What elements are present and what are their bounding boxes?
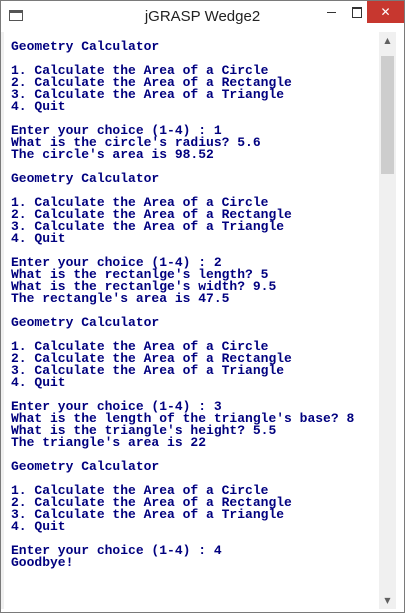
maximize-button[interactable]	[346, 1, 368, 23]
close-icon: ✕	[380, 5, 391, 19]
minimize-icon	[327, 12, 336, 13]
console-output-area[interactable]: Geometry Calculator 1. Calculate the Are…	[4, 32, 379, 609]
app-window: jGRASP Wedge2 ✕ Geometry Calculator 1. C…	[0, 0, 405, 613]
close-button[interactable]: ✕	[367, 1, 404, 23]
title-bar[interactable]: jGRASP Wedge2 ✕	[1, 1, 404, 32]
maximize-icon	[352, 7, 362, 18]
console-text: Geometry Calculator 1. Calculate the Are…	[11, 39, 355, 570]
window-frame-right	[396, 32, 404, 612]
vertical-scrollbar[interactable]: ▲ ▼	[379, 32, 396, 609]
minimize-button[interactable]	[318, 1, 346, 23]
scroll-up-arrow-icon[interactable]: ▲	[379, 32, 396, 49]
scrollbar-thumb[interactable]	[381, 56, 394, 174]
scroll-down-arrow-icon[interactable]: ▼	[379, 592, 396, 609]
window-frame-bottom	[1, 609, 404, 612]
